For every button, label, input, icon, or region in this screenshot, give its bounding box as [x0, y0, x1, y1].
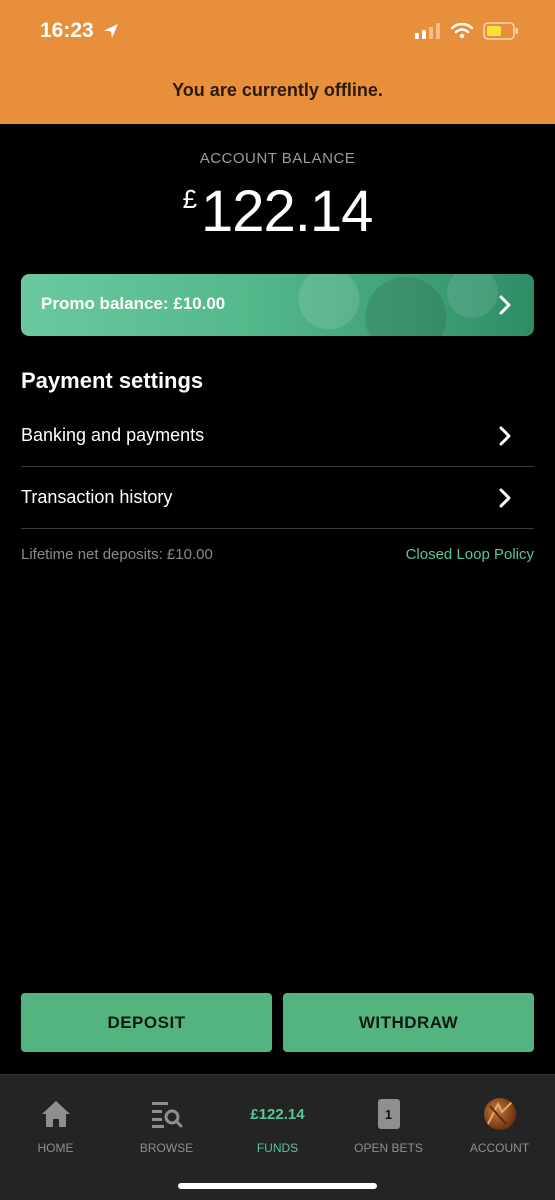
status-bar-time: 16:23 [40, 19, 120, 43]
promo-balance-card[interactable]: Promo balance: £10.00 [21, 274, 534, 336]
account-balance-label: ACCOUNT BALANCE [199, 150, 356, 167]
tab-funds[interactable]: £122.14 FUNDS [222, 1097, 333, 1156]
tab-label: OPEN BETS [354, 1141, 423, 1155]
banking-and-payments-row[interactable]: Banking and payments [21, 405, 534, 467]
lifetime-net-deposits: Lifetime net deposits: £10.00 [21, 546, 213, 563]
tab-account[interactable]: ACCOUNT [444, 1097, 555, 1155]
home-icon [41, 1101, 70, 1127]
bet-slip-icon: 1 [377, 1099, 400, 1129]
open-bets-badge: 1 [384, 1106, 393, 1122]
chevron-right-icon [499, 295, 511, 315]
tab-open-bets[interactable]: 1 OPEN BETS [333, 1097, 444, 1155]
bottom-tab-bar: HOME BROWSE £122.14 FUNDS 1 OPEN BETS AC… [0, 1074, 555, 1200]
location-arrow-icon [103, 24, 118, 38]
withdraw-button[interactable]: WITHDRAW [283, 993, 534, 1052]
currency-symbol: £ [182, 184, 198, 214]
closed-loop-policy-link[interactable]: Closed Loop Policy [406, 546, 534, 563]
avatar-pattern [486, 1101, 513, 1125]
tab-label: BROWSE [139, 1141, 194, 1155]
deposit-button[interactable]: DEPOSIT [21, 993, 272, 1052]
chevron-right-icon [499, 426, 511, 446]
tab-home[interactable]: HOME [0, 1097, 111, 1155]
home-indicator[interactable] [178, 1183, 377, 1189]
wifi-icon [451, 23, 473, 39]
tab-label: FUNDS [256, 1141, 299, 1155]
chevron-right-icon [499, 488, 511, 508]
balance-value: 122.14 [201, 179, 373, 244]
row-label: Banking and payments [21, 425, 205, 445]
tab-label: HOME [37, 1141, 74, 1155]
tab-browse[interactable]: BROWSE [111, 1097, 222, 1155]
payment-settings-title: Payment settings [21, 368, 204, 393]
row-label: Transaction history [21, 487, 173, 507]
account-balance-amount: £122.14 [0, 178, 555, 245]
avatar [483, 1098, 516, 1130]
transaction-history-row[interactable]: Transaction history [21, 467, 534, 529]
battery-icon [483, 22, 518, 40]
browse-icon [151, 1102, 182, 1128]
funds-amount: £122.14 [250, 1105, 305, 1123]
tab-label: ACCOUNT [469, 1141, 530, 1155]
promo-balance-text: Promo balance: £10.00 [41, 294, 226, 313]
offline-banner: 16:23 You are currently offline. [0, 0, 555, 124]
status-bar-indicators [415, 22, 519, 40]
offline-message: You are currently offline. [172, 80, 383, 100]
signal-icon [415, 23, 440, 39]
